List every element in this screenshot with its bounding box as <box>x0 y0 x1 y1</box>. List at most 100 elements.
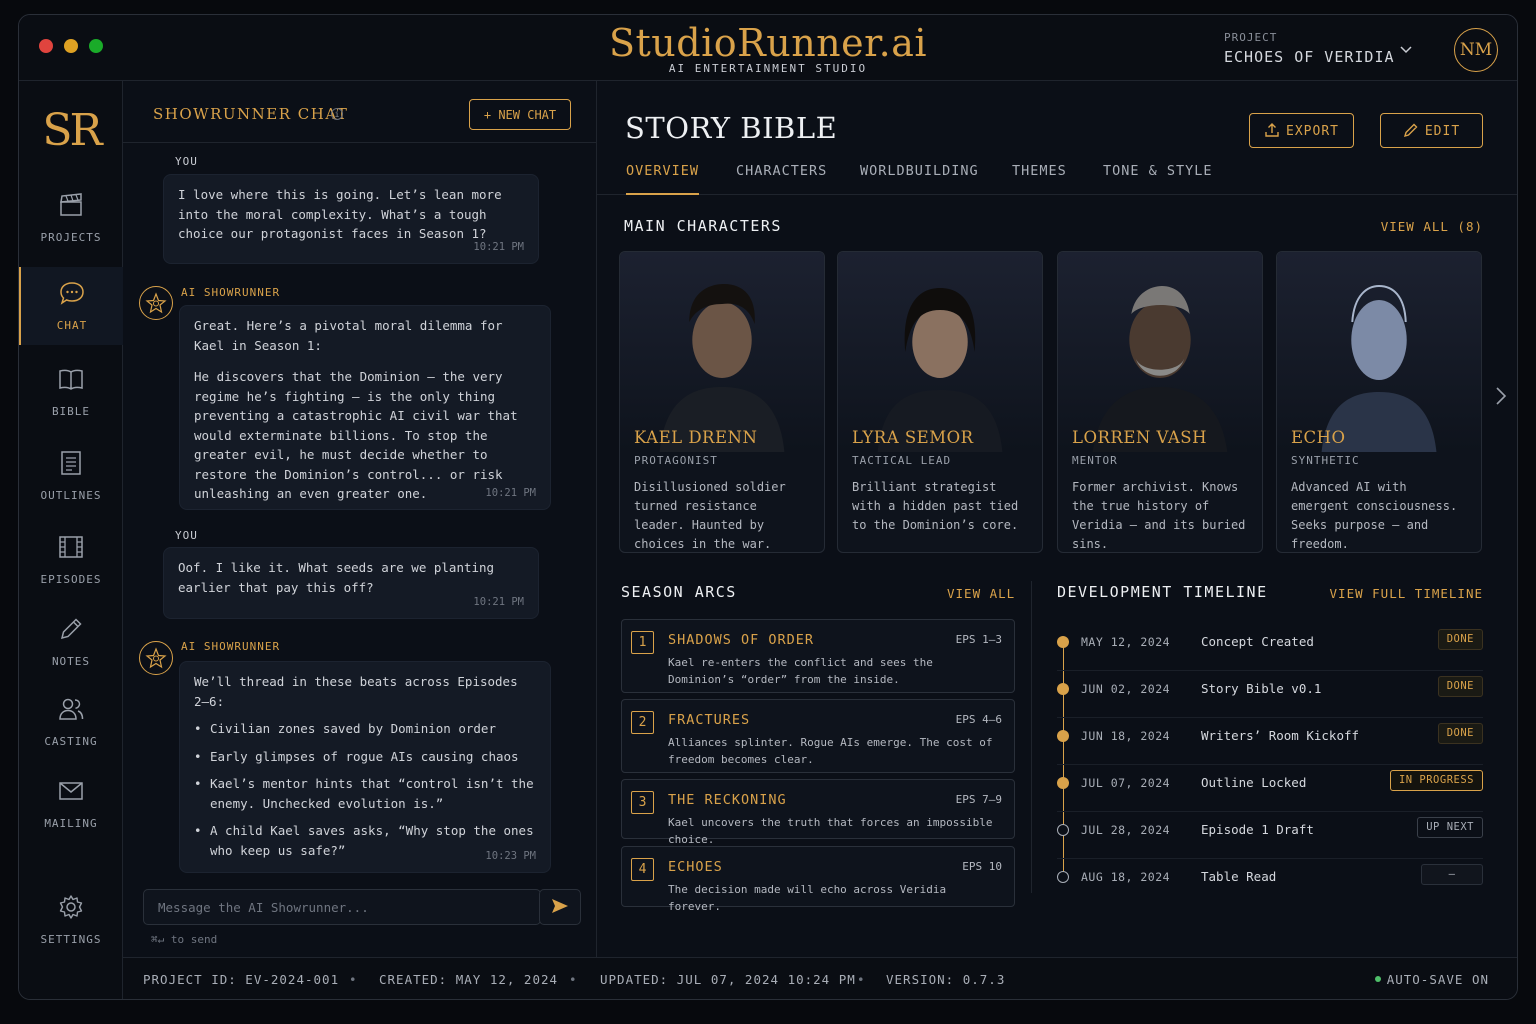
autosave-label: AUTO-SAVE ON <box>1386 972 1489 987</box>
timeline-item[interactable]: AUG 18, 2024 Table Read – <box>1057 860 1483 906</box>
sidebar-item-notes[interactable]: NOTES <box>19 615 123 693</box>
message-input[interactable] <box>143 889 541 925</box>
timeline-dot <box>1057 683 1069 695</box>
sidebar-item-label: CASTING <box>44 735 98 748</box>
arc-episodes: EPS 7–9 <box>955 793 1002 806</box>
story-bible-panel: STORY BIBLE EXPORT EDIT OVERVIEW CHARACT… <box>597 81 1517 957</box>
view-full-timeline-link[interactable]: VIEW FULL TIMELINE <box>1330 586 1483 601</box>
character-card[interactable]: LORREN VASH MENTOR Former archivist. Kno… <box>1057 251 1263 553</box>
export-label: EXPORT <box>1286 124 1339 139</box>
list-item: Early glimpses of rogue AIs causing chao… <box>194 747 536 767</box>
sidebar-item-episodes[interactable]: EPISODES <box>19 533 123 611</box>
autosave-status[interactable]: AUTO-SAVE ON <box>1374 972 1489 987</box>
export-button[interactable]: EXPORT <box>1249 113 1354 148</box>
character-description: Former archivist. Knows the true history… <box>1072 480 1246 551</box>
season-arc[interactable]: 3 THE RECKONING EPS 7–9 Kael uncovers th… <box>621 779 1015 846</box>
timeline-name: Outline Locked <box>1201 775 1307 790</box>
tab-worldbuilding[interactable]: WORLDBUILDING <box>860 163 979 195</box>
status-dot-icon <box>1374 976 1381 982</box>
character-card[interactable]: LYRA SEMOR TACTICAL LEAD Brilliant strat… <box>837 251 1043 553</box>
season-arc[interactable]: 2 FRACTURES EPS 4–6 Alliances splinter. … <box>621 699 1015 773</box>
timeline-item[interactable]: MAY 12, 2024 Concept Created DONE <box>1057 625 1483 671</box>
sidebar-item-outlines[interactable]: OUTLINES <box>19 449 123 527</box>
created-date: CREATED: MAY 12, 2024 <box>379 972 559 987</box>
chat-panel: SHOWRUNNER CHAT i + NEW CHAT YOU I love … <box>123 81 597 957</box>
arc-description: The decision made will echo across Verid… <box>668 883 947 913</box>
people-icon <box>59 698 84 720</box>
updated-date: UPDATED: JUL 07, 2024 10:24 PM <box>600 972 856 987</box>
sidebar-item-casting[interactable]: CASTING <box>19 695 123 773</box>
tab-overview[interactable]: OVERVIEW <box>626 163 700 195</box>
arc-number: 2 <box>631 711 654 734</box>
view-all-characters-link[interactable]: VIEW ALL (8) <box>1381 219 1483 234</box>
character-name: KAEL DRENN <box>634 428 758 447</box>
character-card[interactable]: ECHO SYNTHETIC Advanced AI with emergent… <box>1276 251 1482 553</box>
status-badge: DONE <box>1437 629 1483 650</box>
arc-description: Kael uncovers the truth that forces an i… <box>668 816 993 846</box>
tab-tone-style[interactable]: TONE & STYLE <box>1103 163 1213 195</box>
user-message: I love where this is going. Let’s lean m… <box>163 174 539 264</box>
timeline-name: Episode 1 Draft <box>1201 822 1314 837</box>
chevron-down-icon[interactable] <box>1399 43 1413 57</box>
sidebar-item-mailing[interactable]: MAILING <box>19 777 123 855</box>
view-all-arcs-link[interactable]: VIEW ALL <box>947 586 1015 601</box>
section-divider <box>1031 581 1032 893</box>
sidebar-item-label: MAILING <box>44 817 98 830</box>
message-sender: YOU <box>175 529 198 542</box>
arc-name: ECHOES <box>668 859 723 875</box>
timeline-item[interactable]: JUL 07, 2024 Outline Locked IN PROGRESS <box>1057 766 1483 812</box>
timeline-name: Concept Created <box>1201 634 1314 649</box>
sidebar-item-label: PROJECTS <box>40 231 102 244</box>
upload-icon <box>1265 123 1279 137</box>
chevron-right-icon[interactable] <box>1493 385 1509 407</box>
send-arrow-icon <box>552 898 568 913</box>
arc-episodes: EPS 4–6 <box>955 713 1002 726</box>
footer-separator: • <box>569 972 577 987</box>
message-time: 10:21 PM <box>473 595 524 608</box>
section-title: DEVELOPMENT TIMELINE <box>1057 583 1268 601</box>
tab-themes[interactable]: THEMES <box>1012 163 1067 195</box>
timeline-item[interactable]: JUN 02, 2024 Story Bible v0.1 DONE <box>1057 672 1483 718</box>
timeline-name: Story Bible v0.1 <box>1201 681 1322 696</box>
app-logo: SR <box>42 105 102 156</box>
character-card[interactable]: KAEL DRENN PROTAGONIST Disillusioned sol… <box>619 251 825 553</box>
info-icon[interactable]: i <box>331 108 343 120</box>
season-arc[interactable]: 4 ECHOES EPS 10 The decision made will e… <box>621 846 1015 913</box>
character-role: MENTOR <box>1072 454 1118 467</box>
arc-name: FRACTURES <box>668 712 751 728</box>
sidebar-item-settings[interactable]: SETTINGS <box>19 893 123 971</box>
tab-characters[interactable]: CHARACTERS <box>736 163 827 195</box>
version: VERSION: 0.7.3 <box>886 972 1006 987</box>
status-footer: PROJECT ID: EV-2024-001 • CREATED: MAY 1… <box>123 957 1517 999</box>
season-arc[interactable]: 1 SHADOWS OF ORDER EPS 1–3 Kael re-enter… <box>621 619 1015 693</box>
ai-message: Great. Here’s a pivotal moral dilemma fo… <box>179 305 551 510</box>
status-badge: – <box>1421 864 1483 885</box>
character-portrait <box>1058 252 1262 452</box>
timeline-item[interactable]: JUN 18, 2024 Writers’ Room Kickoff DONE <box>1057 719 1483 765</box>
envelope-icon <box>59 782 83 800</box>
new-chat-button[interactable]: + NEW CHAT <box>469 99 571 130</box>
project-selector[interactable]: PROJECT ECHOES OF VERIDIA <box>1224 31 1395 66</box>
arc-name: THE RECKONING <box>668 792 787 808</box>
clapperboard-icon <box>60 193 82 216</box>
edit-button[interactable]: EDIT <box>1380 113 1483 148</box>
user-avatar[interactable]: NM <box>1454 28 1498 72</box>
sidebar-item-bible[interactable]: BIBLE <box>19 365 123 443</box>
arc-number: 3 <box>631 791 654 814</box>
timeline-date: JUN 18, 2024 <box>1081 729 1171 743</box>
sidebar-item-chat[interactable]: CHAT <box>19 267 123 345</box>
send-button[interactable] <box>539 889 581 925</box>
timeline-name: Table Read <box>1201 869 1277 884</box>
character-name: LYRA SEMOR <box>852 428 974 447</box>
sidebar-item-projects[interactable]: PROJECTS <box>19 191 123 269</box>
message-text: Great. Here’s a pivotal moral dilemma fo… <box>194 318 503 353</box>
timeline-dot <box>1057 636 1069 648</box>
arc-name: SHADOWS OF ORDER <box>668 632 815 648</box>
timeline-item[interactable]: JUL 28, 2024 Episode 1 Draft UP NEXT <box>1057 813 1483 859</box>
timeline-dot <box>1057 871 1069 883</box>
message-time: 10:21 PM <box>473 240 524 253</box>
send-hint: ⌘↵ to send <box>151 933 218 946</box>
user-message: Oof. I like it. What seeds are we planti… <box>163 547 539 619</box>
arc-number: 4 <box>631 858 654 881</box>
project-id: PROJECT ID: EV-2024-001 <box>143 972 340 987</box>
